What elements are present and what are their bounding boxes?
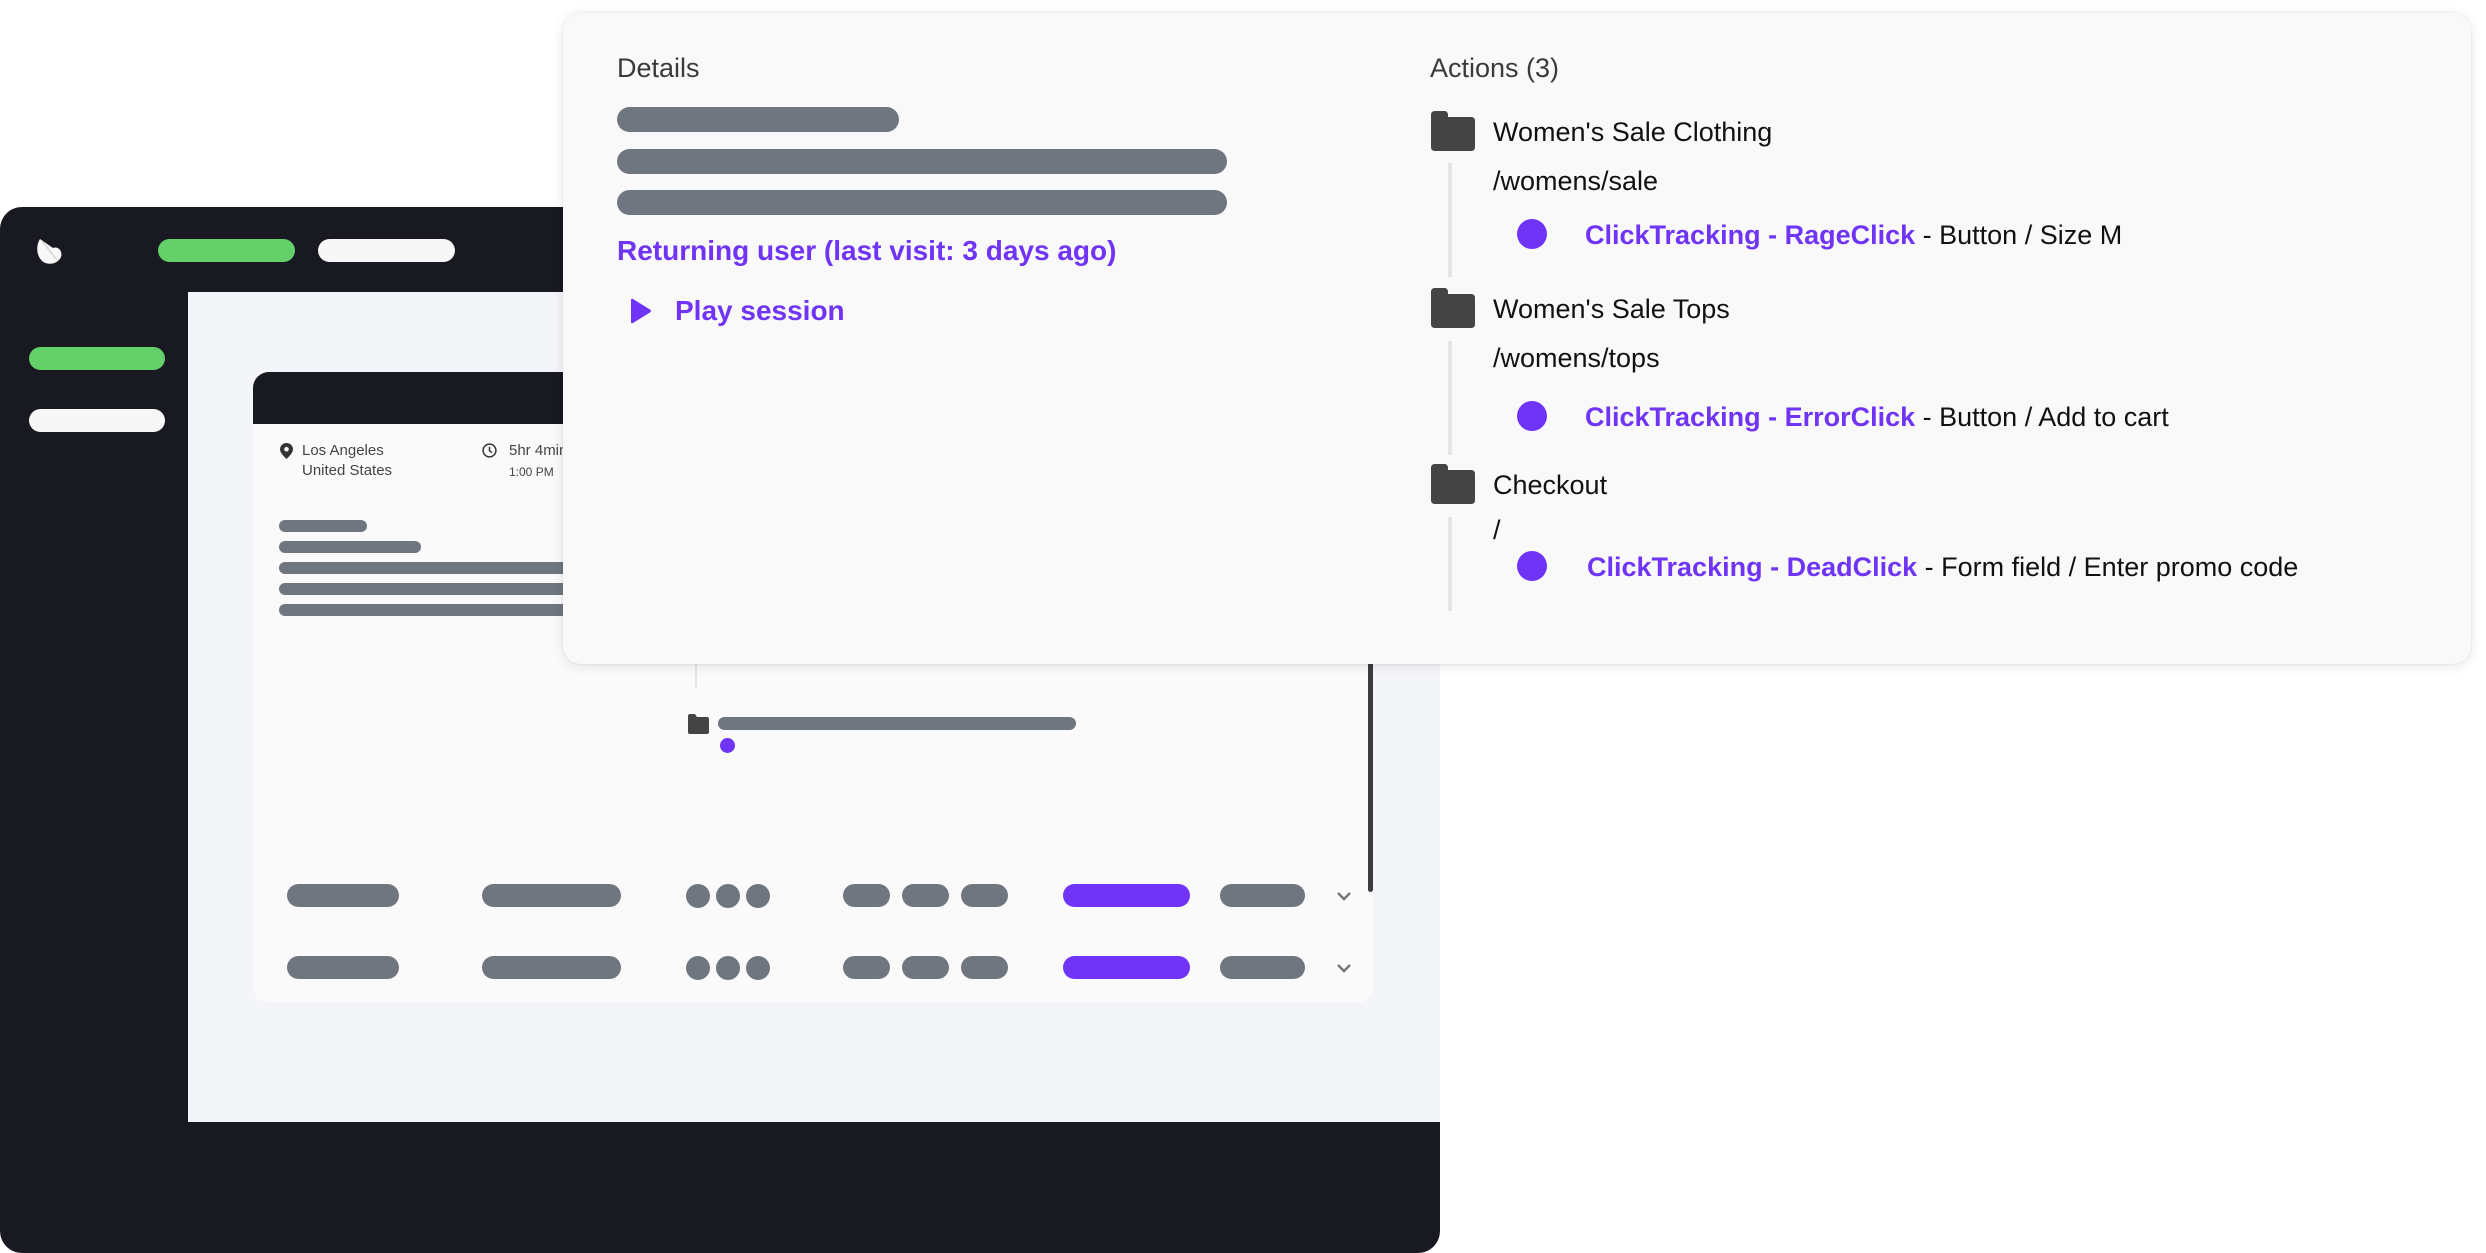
cell-skeleton <box>961 956 1008 979</box>
skeleton-line <box>617 190 1227 215</box>
folder-icon <box>688 714 709 734</box>
event-name: ClickTracking - DeadClick <box>1587 552 1918 582</box>
session-time: 1:00 PM <box>509 465 554 479</box>
cell-skeleton <box>482 956 621 979</box>
status-pill <box>1063 884 1190 907</box>
cell-dot <box>716 956 740 980</box>
cell-skeleton <box>902 884 949 907</box>
clock-icon <box>482 443 497 458</box>
page-path: / <box>1493 515 1501 545</box>
page-path: /womens/sale <box>1493 166 1659 196</box>
details-title: Details <box>617 53 700 83</box>
action-event[interactable]: ClickTracking - RageClick - Button / Siz… <box>1585 220 2122 251</box>
action-event[interactable]: ClickTracking - DeadClick - Form field /… <box>1587 552 2298 583</box>
nav-item-active[interactable] <box>158 239 295 262</box>
returning-user-label: Returning user (last visit: 3 days ago) <box>617 235 1117 266</box>
page-name[interactable]: Women's Sale Tops <box>1493 294 1730 325</box>
tree-line <box>1448 517 1452 611</box>
cell-dot <box>746 956 770 980</box>
play-session-button[interactable]: Play session <box>629 295 845 327</box>
play-icon <box>631 298 651 324</box>
event-detail: - Button / Add to cart <box>1915 402 2169 432</box>
event-dot-icon <box>1517 401 1547 431</box>
skeleton-line <box>279 604 579 616</box>
play-session-label: Play session <box>675 295 845 326</box>
event-name: ClickTracking - RageClick <box>1585 220 1916 250</box>
folder-icon <box>1431 288 1475 328</box>
cell-skeleton <box>961 884 1008 907</box>
skeleton-line <box>617 107 899 132</box>
cell-skeleton <box>1220 956 1305 979</box>
skeleton-line <box>279 541 421 553</box>
brand-logo-icon <box>37 239 62 264</box>
cell-skeleton <box>1220 884 1305 907</box>
skeleton-line <box>279 520 367 532</box>
page-name[interactable]: Checkout <box>1493 470 1607 501</box>
location-city: Los Angeles <box>302 442 384 459</box>
tree-line <box>1448 163 1452 277</box>
map-pin-icon <box>280 443 293 459</box>
action-event[interactable]: ClickTracking - ErrorClick - Button / Ad… <box>1585 402 2169 433</box>
sidebar-item[interactable] <box>29 409 165 432</box>
cell-dot <box>686 884 710 908</box>
event-dot-icon <box>1517 551 1547 581</box>
session-duration: 5hr 4min <box>509 442 568 459</box>
event-detail: - Form field / Enter promo code <box>1917 552 2299 582</box>
status-pill <box>1063 956 1190 979</box>
page-path: /womens/tops <box>1493 343 1660 373</box>
session-details-card: Details Returning user (last visit: 3 da… <box>563 13 2471 664</box>
event-dot-icon <box>1517 219 1547 249</box>
skeleton-line <box>279 562 579 574</box>
cell-dot <box>746 884 770 908</box>
event-detail: - Button / Size M <box>1915 220 2123 250</box>
folder-icon <box>1431 111 1475 151</box>
event-dot <box>720 738 735 753</box>
cell-dot <box>686 956 710 980</box>
chevron-down-icon[interactable] <box>1336 963 1352 973</box>
skeleton-line <box>718 717 1076 730</box>
chevron-down-icon[interactable] <box>1336 891 1352 901</box>
cell-skeleton <box>287 884 399 907</box>
cell-skeleton <box>843 884 890 907</box>
sidebar-item-active[interactable] <box>29 347 165 370</box>
cell-skeleton <box>287 956 399 979</box>
cell-skeleton <box>843 956 890 979</box>
nav-item[interactable] <box>318 239 455 262</box>
cell-skeleton <box>902 956 949 979</box>
location-country: United States <box>302 462 393 479</box>
actions-title: Actions (3) <box>1430 53 1560 83</box>
cell-skeleton <box>482 884 621 907</box>
skeleton-line <box>279 583 579 595</box>
event-name: ClickTracking - ErrorClick <box>1585 402 1916 432</box>
cell-dot <box>716 884 740 908</box>
folder-icon <box>1431 464 1475 504</box>
tree-line <box>1448 341 1452 455</box>
page-name[interactable]: Women's Sale Clothing <box>1493 117 1772 148</box>
skeleton-line <box>617 149 1227 174</box>
